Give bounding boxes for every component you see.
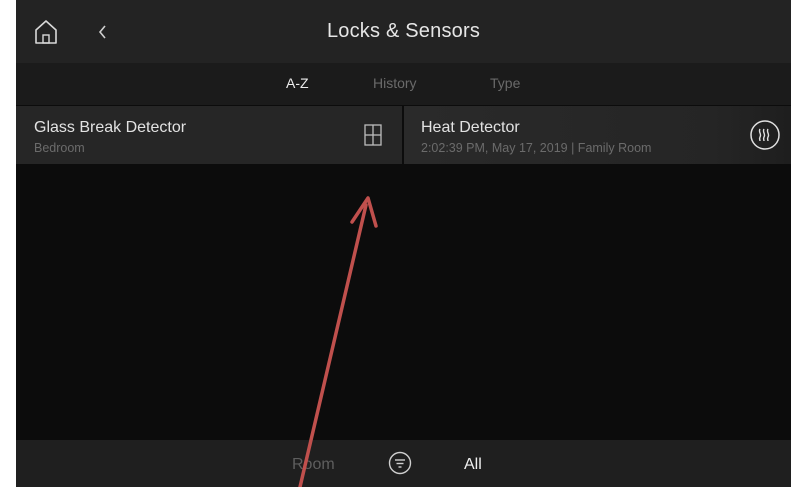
tab-type[interactable]: Type (490, 75, 520, 91)
tab-a-z[interactable]: A-Z (286, 75, 309, 91)
header-bar: Locks & Sensors (16, 0, 791, 63)
filter-icon[interactable] (388, 451, 412, 475)
locks-sensors-screen: Locks & Sensors A-Z History Type Glass B… (16, 0, 791, 487)
heat-icon (750, 120, 780, 150)
device-name: Glass Break Detector (34, 119, 187, 136)
device-list: Glass Break Detector Bedroom Heat Detect… (16, 106, 791, 164)
device-card-glass-break-detector[interactable]: Glass Break Detector Bedroom (16, 106, 402, 164)
device-card-heat-detector[interactable]: Heat Detector 2:02:39 PM, May 17, 2019 |… (404, 106, 791, 164)
window-icon (364, 124, 382, 146)
sort-tabs: A-Z History Type (16, 63, 791, 105)
device-room: Bedroom (34, 141, 85, 155)
room-filter-bar: Room All (16, 440, 791, 487)
device-name: Heat Detector (421, 119, 520, 136)
room-filter-value[interactable]: All (464, 456, 482, 474)
page-title: Locks & Sensors (326, 20, 481, 42)
device-last-event: 2:02:39 PM, May 17, 2019 | Family Room (421, 141, 652, 155)
room-filter-label: Room (292, 456, 335, 473)
tab-history[interactable]: History (373, 75, 417, 91)
